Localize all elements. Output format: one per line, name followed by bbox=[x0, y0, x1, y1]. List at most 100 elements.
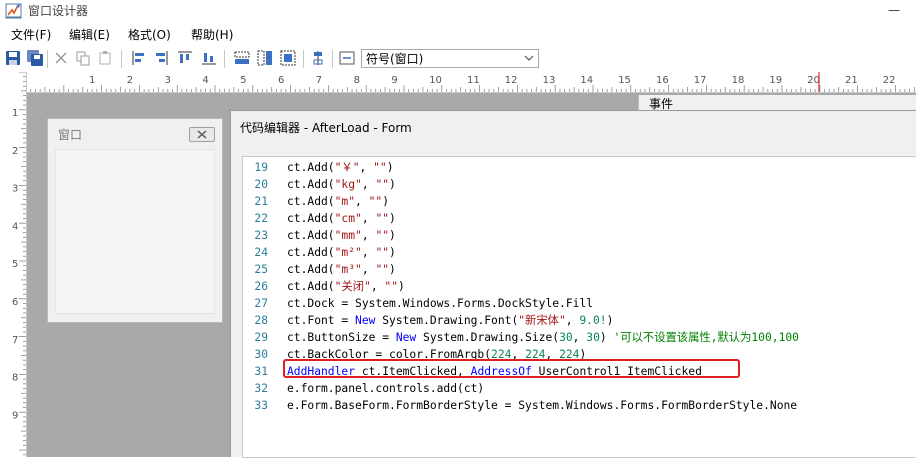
ruler-label: 6 bbox=[278, 75, 284, 86]
code-line[interactable]: 25 ct.Add("m³", "") bbox=[243, 261, 913, 278]
code-line[interactable]: 21 ct.Add("m", "") bbox=[243, 193, 913, 210]
menu-format[interactable]: 格式(O) bbox=[127, 26, 172, 44]
ruler-label: 4 bbox=[12, 221, 18, 232]
order-icon[interactable] bbox=[309, 49, 327, 67]
line-number: 19 bbox=[254, 161, 268, 174]
ruler-label: 20 bbox=[807, 75, 820, 86]
design-form-client-area[interactable] bbox=[55, 149, 215, 314]
code-token: ) bbox=[389, 246, 396, 259]
ruler-label: 16 bbox=[656, 75, 669, 86]
code-token: "" bbox=[375, 178, 390, 191]
code-token: ct.ButtonSize = bbox=[287, 331, 396, 344]
code-token: ) bbox=[389, 178, 396, 191]
design-form-close-button[interactable] bbox=[189, 127, 215, 142]
line-number: 22 bbox=[254, 212, 268, 225]
code-token: , bbox=[361, 178, 376, 191]
ruler-label: 19 bbox=[769, 75, 782, 86]
toolbar-separator bbox=[224, 50, 225, 68]
align-top-icon[interactable] bbox=[176, 49, 194, 67]
code-token: 9.0! bbox=[579, 314, 607, 327]
code-line[interactable]: 33 e.Form.BaseForm.FormBorderStyle = Syst… bbox=[243, 397, 913, 414]
align-bottom-icon[interactable] bbox=[200, 49, 218, 67]
code-text: ct.Add("cm", "") bbox=[287, 210, 396, 227]
ruler-label: 15 bbox=[618, 75, 631, 86]
same-size-icon[interactable] bbox=[279, 49, 297, 67]
same-width-icon[interactable] bbox=[233, 49, 251, 67]
toolbar-separator bbox=[47, 50, 48, 68]
ruler-label: 1 bbox=[89, 75, 95, 86]
code-line[interactable]: 23 ct.Add("mm", "") bbox=[243, 227, 913, 244]
minimize-button[interactable]: — bbox=[872, 0, 916, 22]
toolbar-separator bbox=[303, 50, 304, 68]
code-token: "m" bbox=[334, 195, 356, 208]
designer-app-icon bbox=[5, 3, 22, 19]
line-number: 28 bbox=[254, 314, 268, 327]
code-text: e.Form.BaseForm.FormBorderStyle = System… bbox=[287, 397, 797, 414]
code-line[interactable]: 22 ct.Add("cm", "") bbox=[243, 210, 913, 227]
code-text: ct.Add("m", "") bbox=[287, 193, 389, 210]
save-icon[interactable] bbox=[4, 49, 22, 67]
code-token: e.Form.BaseForm.FormBorderStyle = System… bbox=[287, 399, 798, 412]
code-token: "" bbox=[375, 212, 390, 225]
code-token: "m³" bbox=[334, 263, 362, 276]
code-token: "cm" bbox=[334, 212, 362, 225]
save-all-icon[interactable] bbox=[26, 49, 44, 67]
code-token: "" bbox=[375, 246, 390, 259]
align-right-icon[interactable] bbox=[152, 49, 170, 67]
code-line[interactable]: 20 ct.Add("kg", "") bbox=[243, 176, 913, 193]
ruler-label: 13 bbox=[543, 75, 556, 86]
code-line[interactable]: 24 ct.Add("m²", "") bbox=[243, 244, 913, 261]
code-token: "" bbox=[373, 161, 387, 174]
ruler-label: 7 bbox=[12, 335, 18, 346]
object-selector-dropdown[interactable]: 符号(窗口) bbox=[361, 49, 539, 68]
code-token: , bbox=[359, 161, 374, 174]
title-bar: 窗口设计器 — bbox=[0, 0, 916, 22]
code-token: ct.Add( bbox=[287, 229, 335, 242]
ruler-label: 3 bbox=[165, 75, 171, 86]
code-token: "m²" bbox=[334, 246, 362, 259]
code-token: ) bbox=[386, 161, 394, 174]
code-token: New bbox=[395, 331, 417, 344]
code-token: "kg" bbox=[334, 178, 362, 191]
ruler-label: 9 bbox=[391, 75, 397, 86]
code-token: "￥" bbox=[334, 161, 360, 174]
code-line[interactable]: 19 ct.Add("￥", "") bbox=[243, 159, 913, 176]
code-editor-title: 代码编辑器 - AfterLoad - Form bbox=[240, 121, 412, 135]
code-line[interactable]: 29 ct.ButtonSize = New System.Drawing.Siz… bbox=[243, 329, 913, 346]
copy-icon[interactable] bbox=[74, 49, 92, 67]
menu-edit[interactable]: 编辑(E) bbox=[68, 26, 111, 44]
code-token: "" bbox=[375, 263, 390, 276]
code-line[interactable]: 28 ct.Font = New System.Drawing.Font("新宋体… bbox=[243, 312, 913, 329]
code-token: , bbox=[370, 280, 385, 293]
code-text-area[interactable]: 19 ct.Add("￥", "") 20 ct.Add("kg", "") 21 ct.… bbox=[242, 156, 916, 458]
design-form[interactable]: 窗口 bbox=[47, 118, 223, 323]
ruler-label: 1 bbox=[12, 108, 18, 119]
code-token: , bbox=[361, 212, 376, 225]
same-height-icon[interactable] bbox=[256, 49, 274, 67]
ruler-label: 2 bbox=[12, 146, 18, 157]
tab-order-icon[interactable] bbox=[338, 49, 356, 67]
align-left-icon[interactable] bbox=[130, 49, 148, 67]
ruler-label: 22 bbox=[883, 75, 896, 86]
menu-file[interactable]: 文件(F) bbox=[10, 26, 52, 44]
line-number: 27 bbox=[254, 297, 268, 310]
ruler-label: 7 bbox=[316, 75, 322, 86]
code-token: ct.Add( bbox=[287, 246, 335, 259]
code-text: ct.Add("mm", "") bbox=[287, 227, 396, 244]
vertical-ruler: 1 2 3 4 5 6 7 8 9 bbox=[0, 72, 27, 457]
menu-help[interactable]: 帮助(H) bbox=[190, 26, 234, 44]
cut-icon[interactable] bbox=[52, 49, 70, 67]
code-line[interactable]: 27 ct.Dock = System.Windows.Forms.DockSty… bbox=[243, 295, 913, 312]
ruler-label: 5 bbox=[240, 75, 246, 86]
design-form-title: 窗口 bbox=[58, 128, 83, 142]
code-line[interactable]: 26 ct.Add("关闭", "") bbox=[243, 278, 913, 295]
ruler-label: 2 bbox=[127, 75, 133, 86]
line-number: 32 bbox=[254, 382, 268, 395]
code-token: "" bbox=[384, 280, 399, 293]
paste-icon[interactable] bbox=[96, 49, 114, 67]
line-number: 23 bbox=[254, 229, 268, 242]
code-token: ) bbox=[389, 263, 396, 276]
code-line[interactable]: 32 e.form.panel.controls.add(ct) bbox=[243, 380, 913, 397]
code-token: , bbox=[361, 246, 376, 259]
ruler-label: 11 bbox=[467, 75, 480, 86]
